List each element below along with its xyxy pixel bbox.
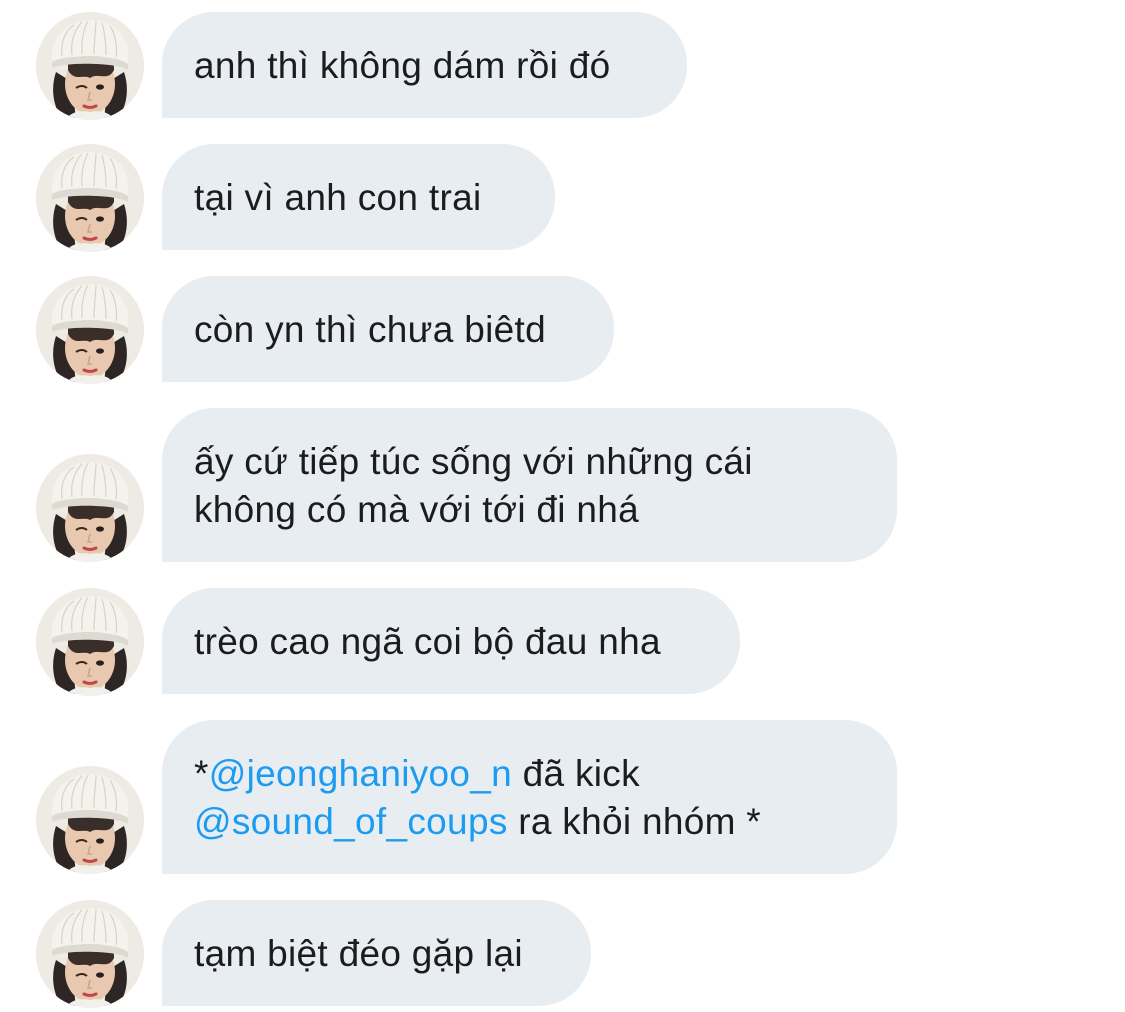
kick-text: đã kick — [512, 753, 640, 794]
message-bubble[interactable]: trèo cao ngã coi bộ đau nha — [162, 588, 740, 694]
message-text: tạm biệt đéo gặp lại — [194, 933, 523, 974]
message-bubble[interactable]: anh thì không dám rồi đó — [162, 12, 687, 118]
message-text-line-1: ấy cứ tiếp túc sống với những cái — [194, 441, 753, 482]
profile-photo-icon — [36, 900, 144, 1008]
profile-photo-icon — [36, 766, 144, 874]
avatar[interactable] — [36, 276, 144, 384]
profile-photo-icon — [36, 276, 144, 384]
message-bubble[interactable]: tại vì anh con trai — [162, 144, 555, 250]
message-bubble[interactable]: tạm biệt đéo gặp lại — [162, 900, 591, 1006]
mention-link-sound_of_coups[interactable]: @sound_of_coups — [194, 801, 508, 842]
kick-suffix-text: ra khỏi nhóm * — [507, 801, 761, 842]
message-bubble[interactable]: *@jeonghaniyoo_n đã kick @sound_of_coups… — [162, 720, 897, 874]
message-text: còn yn thì chưa biêtd — [194, 309, 546, 350]
asterisk-prefix: * — [194, 753, 209, 794]
profile-photo-icon — [36, 588, 144, 696]
message-text: tại vì anh con trai — [194, 177, 482, 218]
profile-photo-icon — [36, 12, 144, 120]
avatar[interactable] — [36, 12, 144, 120]
message-bubble[interactable]: còn yn thì chưa biêtd — [162, 276, 614, 382]
avatar[interactable] — [36, 144, 144, 252]
avatar[interactable] — [36, 588, 144, 696]
message-bubble[interactable]: ấy cứ tiếp túc sống với những cái không … — [162, 408, 897, 562]
mention-link-jeonghaniyoo_n[interactable]: @jeonghaniyoo_n — [209, 753, 512, 794]
avatar[interactable] — [36, 766, 144, 874]
message-text-line-1: *@jeonghaniyoo_n đã kick — [194, 750, 865, 798]
profile-photo-icon — [36, 144, 144, 252]
avatar[interactable] — [36, 454, 144, 562]
avatar[interactable] — [36, 900, 144, 1008]
message-text-line-2: @sound_of_coups ra khỏi nhóm * — [194, 798, 865, 846]
message-text: trèo cao ngã coi bộ đau nha — [194, 621, 661, 662]
message-text-line-2: không có mà với tới đi nhá — [194, 489, 640, 530]
profile-photo-icon — [36, 454, 144, 562]
message-text: anh thì không dám rồi đó — [194, 45, 611, 86]
